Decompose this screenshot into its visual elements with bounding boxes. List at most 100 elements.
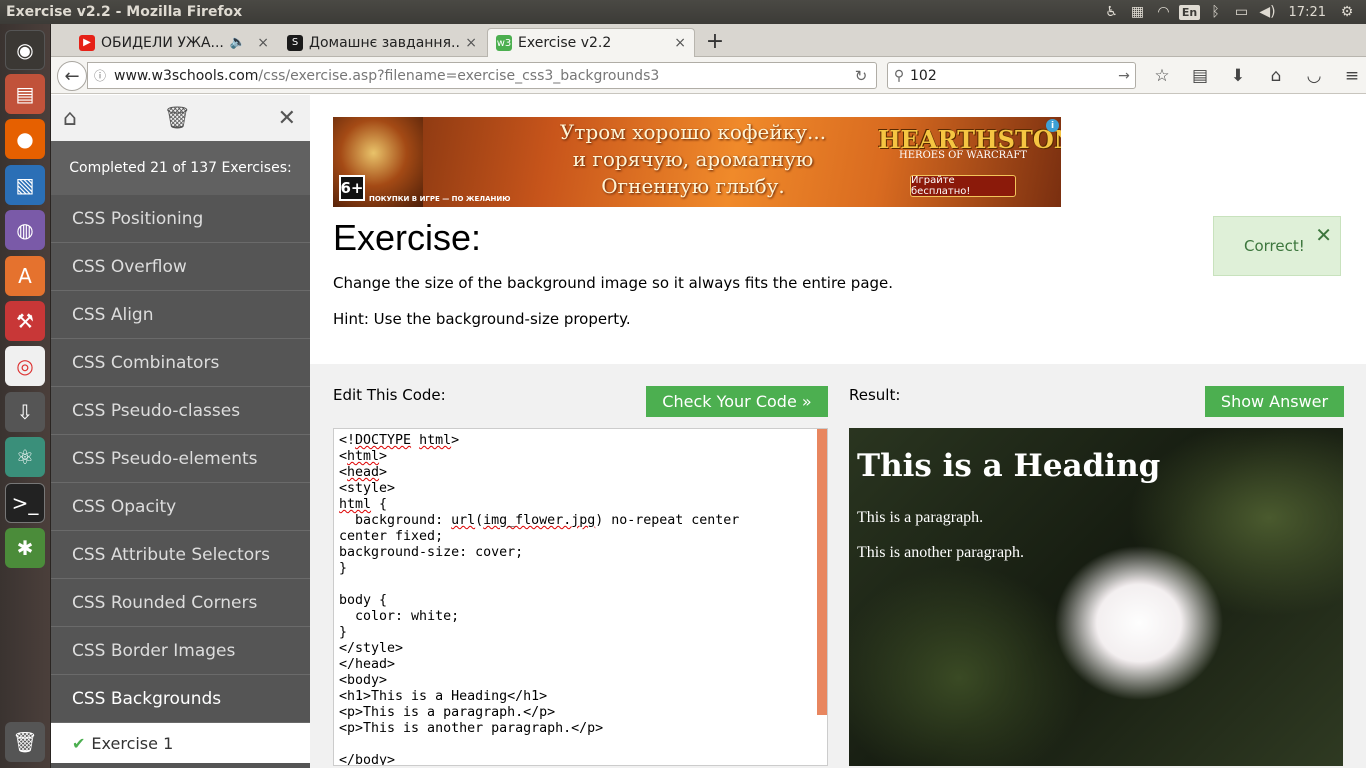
pocket-icon[interactable]: ◡ bbox=[1295, 62, 1333, 89]
accessibility-icon[interactable]: ♿ bbox=[1099, 0, 1125, 24]
volume-icon[interactable]: ◀) bbox=[1255, 0, 1281, 24]
clock[interactable]: 17:21 bbox=[1281, 5, 1334, 20]
progress-text: Completed 21 of 137 Exercises: bbox=[51, 141, 310, 195]
reading-list-icon[interactable]: ▤ bbox=[1181, 62, 1219, 89]
eclipse-icon[interactable]: ◍ bbox=[5, 210, 45, 250]
advertisement-banner[interactable]: 6+ ПОКУПКИ В ИГРЕ — ПО ЖЕЛАНИЮ Утром хор… bbox=[333, 117, 1061, 207]
trash-icon[interactable]: 🗑 bbox=[5, 722, 45, 762]
sidebar-item[interactable]: CSS Opacity bbox=[51, 483, 310, 531]
sidebar-item[interactable]: CSS Align bbox=[51, 291, 310, 339]
close-tab-icon[interactable]: × bbox=[465, 35, 477, 51]
search-icon: ⚲ bbox=[893, 67, 905, 84]
dash-icon[interactable]: ◉ bbox=[5, 30, 45, 70]
sidebar-item[interactable]: CSS Border Images bbox=[51, 627, 310, 675]
checkmark-icon: ✔ bbox=[72, 733, 86, 753]
tab-youtube[interactable]: ▶ ОБИДЕЛИ УЖА... 🔈 × bbox=[71, 28, 277, 57]
correct-notification: Correct! ✕ bbox=[1213, 216, 1341, 276]
battery-icon[interactable]: ▭ bbox=[1229, 0, 1255, 24]
sidebar-toolbar: ⌂ 🗑 ✕ bbox=[51, 95, 310, 141]
back-button[interactable]: ← bbox=[57, 61, 87, 91]
url-path: /css/exercise.asp?filename=exercise_css3… bbox=[258, 67, 660, 84]
navigation-toolbar: ⓘ www.w3schools.com/css/exercise.asp?fil… bbox=[51, 57, 1366, 94]
result-heading: This is a Heading bbox=[857, 448, 1161, 484]
sidebar-item[interactable]: CSS Rounded Corners bbox=[51, 579, 310, 627]
hearthstone-logo: HEARTHSTONE HEROES OF WARCRAFT bbox=[878, 125, 1061, 161]
exercise-description: Change the size of the background image … bbox=[333, 274, 894, 292]
ad-fine-print: ПОКУПКИ В ИГРЕ — ПО ЖЕЛАНИЮ bbox=[369, 195, 511, 203]
system-tray: ♿ ▦ ◠ En ᛒ ▭ ◀) 17:21 ⚙ bbox=[1099, 0, 1366, 24]
search-go-icon[interactable]: → bbox=[1113, 68, 1135, 84]
code-editor[interactable]: <!DOCTYPE html> <html> <head> <style> ht… bbox=[333, 428, 828, 766]
result-paragraph-2: This is another paragraph. bbox=[857, 544, 1025, 561]
exercise-workarea: Edit This Code: Check Your Code » Result… bbox=[310, 364, 1366, 768]
browser-tab-bar: ▶ ОБИДЕЛИ УЖА... 🔈 × S Домашнє завдання.… bbox=[51, 24, 1366, 57]
unity-launcher: ◉ ▤ ● ▧ ◍ A ⚒ ◎ ⇩ ⚛ >_ ✱ 🗑 bbox=[0, 24, 51, 768]
chrome-icon[interactable]: ◎ bbox=[5, 346, 45, 386]
firefox-icon[interactable]: ● bbox=[5, 119, 45, 159]
new-tab-button[interactable]: + bbox=[701, 28, 729, 54]
ad-info-icon[interactable]: i bbox=[1046, 119, 1059, 132]
exercise-hint: Hint: Use the background-size property. bbox=[333, 310, 631, 328]
search-input[interactable]: ⚲ 102 → bbox=[887, 62, 1136, 89]
toolbar-icons: ☆ ▤ ⬇ ⌂ ◡ ≡ bbox=[1143, 62, 1366, 89]
close-icon[interactable]: ✕ bbox=[1315, 223, 1332, 247]
home-icon[interactable]: ⌂ bbox=[63, 106, 77, 131]
show-answer-button[interactable]: Show Answer bbox=[1205, 386, 1344, 417]
tab-exercise[interactable]: w3 Exercise v2.2 × bbox=[487, 28, 695, 57]
result-preview: This is a Heading This is a paragraph. T… bbox=[849, 428, 1343, 766]
check-code-button[interactable]: Check Your Code » bbox=[646, 386, 828, 417]
terminal-icon[interactable]: >_ bbox=[5, 483, 45, 523]
tab-skype[interactable]: S Домашнє завдання... × bbox=[279, 28, 485, 57]
ad-copy: Утром хорошо кофейку... и горячую, арома… bbox=[559, 120, 827, 198]
result-label: Result: bbox=[849, 386, 901, 404]
main-content: 6+ ПОКУПКИ В ИГРЕ — ПО ЖЕЛАНИЮ Утром хор… bbox=[310, 95, 1366, 768]
close-tab-icon[interactable]: × bbox=[674, 35, 686, 51]
skype-icon: S bbox=[287, 34, 303, 51]
age-rating-badge: 6+ bbox=[339, 175, 365, 201]
files-icon[interactable]: ▤ bbox=[5, 74, 45, 114]
settings-gear-icon[interactable]: ⚙ bbox=[1334, 0, 1360, 24]
sidebar-item-css-backgrounds[interactable]: CSS Backgrounds bbox=[51, 675, 310, 723]
workspaces-icon[interactable]: ▦ bbox=[1125, 0, 1151, 24]
editor-scrollbar[interactable] bbox=[817, 429, 827, 715]
wifi-icon[interactable]: ◠ bbox=[1151, 0, 1177, 24]
window-title: Exercise v2.2 - Mozilla Firefox bbox=[6, 4, 243, 20]
result-paragraph-1: This is a paragraph. bbox=[857, 509, 984, 526]
sidebar-item[interactable]: CSS Attribute Selectors bbox=[51, 531, 310, 579]
url-host: www.w3schools.com bbox=[114, 67, 259, 84]
keyboard-layout-icon[interactable]: En bbox=[1177, 0, 1203, 24]
sidebar-item[interactable]: CSS Pseudo-elements bbox=[51, 435, 310, 483]
downloads-icon[interactable]: ⬇ bbox=[1219, 62, 1257, 89]
close-tab-icon[interactable]: × bbox=[257, 35, 269, 51]
atom-icon[interactable]: ⚛ bbox=[5, 437, 45, 477]
close-icon[interactable]: ✕ bbox=[278, 106, 296, 131]
info-icon[interactable]: ⓘ bbox=[94, 67, 114, 84]
exercise-sidebar: ⌂ 🗑 ✕ Completed 21 of 137 Exercises: CSS… bbox=[51, 95, 310, 768]
edit-code-label: Edit This Code: bbox=[333, 386, 446, 404]
system-settings-icon[interactable]: ⚒ bbox=[5, 301, 45, 341]
w3schools-icon: w3 bbox=[496, 35, 512, 51]
writer-icon[interactable]: ▧ bbox=[5, 165, 45, 205]
bookmark-star-icon[interactable]: ☆ bbox=[1143, 62, 1181, 89]
exercise-topic-list: CSS Positioning CSS Overflow CSS Align C… bbox=[51, 195, 310, 763]
home-icon[interactable]: ⌂ bbox=[1257, 62, 1295, 89]
ad-play-button[interactable]: Играйте бесплатно! bbox=[910, 175, 1016, 197]
exercise-title: Exercise: bbox=[333, 217, 482, 258]
url-bar[interactable]: ⓘ www.w3schools.com/css/exercise.asp?fil… bbox=[87, 62, 877, 89]
sidebar-subitem-exercise-1[interactable]: ✔ Exercise 1 bbox=[51, 723, 310, 763]
bluetooth-icon[interactable]: ᛒ bbox=[1203, 0, 1229, 24]
speaker-icon[interactable]: 🔈 bbox=[230, 35, 246, 50]
network-icon[interactable]: ✱ bbox=[5, 528, 45, 568]
menu-icon[interactable]: ≡ bbox=[1333, 62, 1366, 89]
youtube-icon: ▶ bbox=[79, 34, 95, 51]
sidebar-item[interactable]: CSS Overflow bbox=[51, 243, 310, 291]
sidebar-item[interactable]: CSS Combinators bbox=[51, 339, 310, 387]
reload-icon[interactable]: ↻ bbox=[846, 67, 876, 85]
sidebar-item[interactable]: CSS Positioning bbox=[51, 195, 310, 243]
os-top-bar: Exercise v2.2 - Mozilla Firefox ♿ ▦ ◠ En… bbox=[0, 0, 1366, 24]
trash-icon[interactable]: 🗑 bbox=[163, 106, 191, 131]
software-center-icon[interactable]: A bbox=[5, 256, 45, 296]
installer-icon[interactable]: ⇩ bbox=[5, 392, 45, 432]
sidebar-item[interactable]: CSS Pseudo-classes bbox=[51, 387, 310, 435]
code-text[interactable]: <!DOCTYPE html> <html> <head> <style> ht… bbox=[339, 433, 814, 765]
